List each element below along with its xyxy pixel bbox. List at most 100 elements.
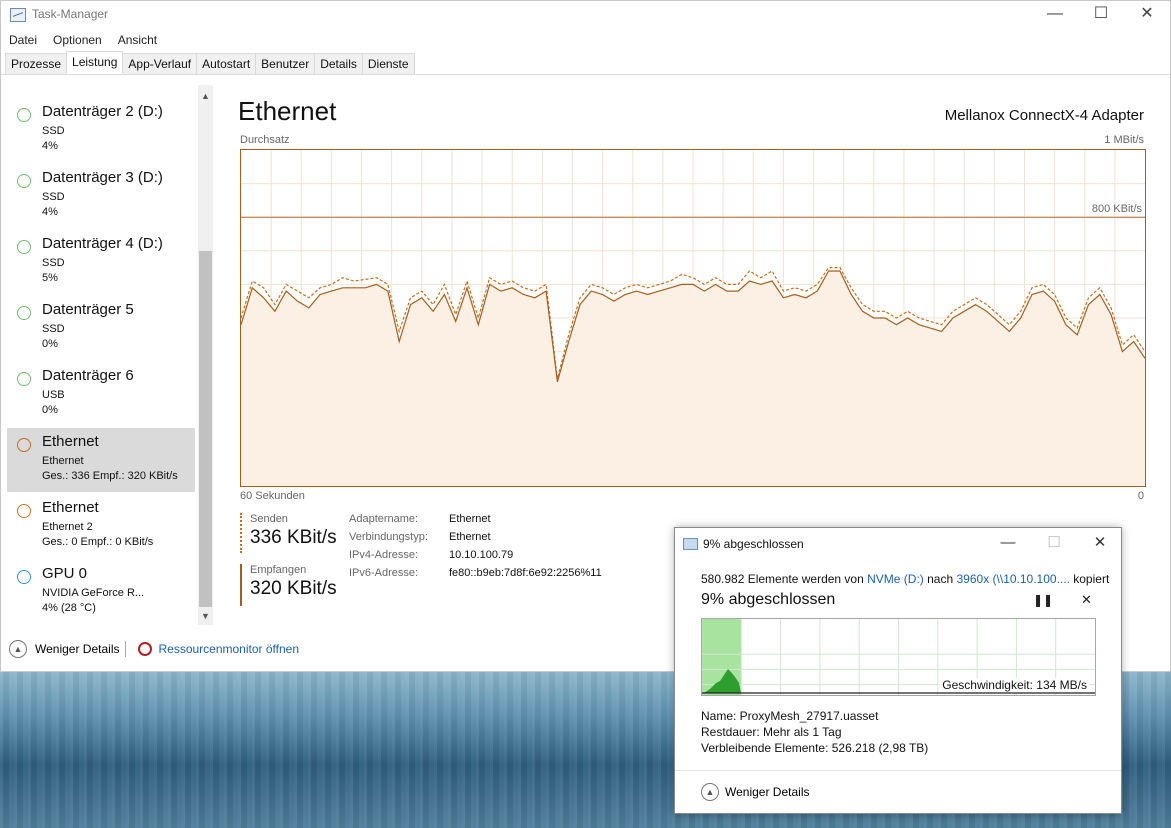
sidebar-item-sub: SSD xyxy=(42,323,65,335)
tab-leistung[interactable]: Leistung xyxy=(66,51,124,74)
destination-link[interactable]: 3960x (\\10.10.100.... xyxy=(957,572,1070,586)
tab-dienste[interactable]: Dienste xyxy=(361,53,415,75)
received-area xyxy=(241,271,1145,486)
sidebar-item-value: 4% xyxy=(42,140,58,152)
sidebar-item-title: Datenträger 4 (D:) xyxy=(42,235,163,252)
send-stat: Senden 336 KBit/s xyxy=(240,513,337,553)
tab-divider xyxy=(1,74,1170,75)
sidebar-item-gpu-0[interactable]: GPU 0 NVIDIA GeForce R... 4% (28 °C) xyxy=(7,560,195,624)
maximize-button[interactable]: ☐ xyxy=(1078,1,1124,29)
sidebar-item-disk-2[interactable]: Datenträger 2 (D:) SSD 4% xyxy=(7,98,195,162)
less-details-link[interactable]: Weniger Details xyxy=(35,642,119,656)
adapter-properties: Adaptername: Ethernet Verbindungstyp: Ethe… xyxy=(349,513,602,585)
dialog-minimize-button[interactable]: — xyxy=(985,528,1031,558)
sidebar-item-value: 4% (28 °C) xyxy=(42,602,96,614)
dialog-close-button[interactable]: ✕ xyxy=(1077,528,1123,558)
tab-autostart[interactable]: Autostart xyxy=(196,53,257,75)
status-circle-icon xyxy=(17,570,31,584)
sidebar-item-sub: SSD xyxy=(42,125,65,137)
status-circle-icon xyxy=(17,174,31,188)
file-name: Name: ProxyMesh_27917.uasset xyxy=(701,709,879,723)
minimize-button[interactable]: — xyxy=(1032,1,1078,29)
sidebar-scrollbar[interactable]: ▲ ▼ xyxy=(198,85,213,625)
resource-monitor-link[interactable]: Ressourcenmonitor öffnen xyxy=(158,642,299,656)
sidebar-item-value: 0% xyxy=(42,338,58,350)
tab-bar: Prozesse Leistung App-Verlauf Autostart … xyxy=(5,51,415,75)
property-value: fe80::b9eb:7d8f:6e92:2256%11 xyxy=(449,567,602,579)
sidebar-item-title: Datenträger 2 (D:) xyxy=(42,103,163,120)
cancel-button[interactable]: ✕ xyxy=(1081,592,1092,608)
window-title: Task-Manager xyxy=(32,7,109,21)
property-value: 10.10.100.79 xyxy=(449,549,514,561)
status-circle-icon xyxy=(17,240,31,254)
time-label: 60 Sekunden xyxy=(240,490,305,502)
copy-info: Name: ProxyMesh_27917.uasset Restdauer: … xyxy=(701,709,928,757)
scrollbar-thumb[interactable] xyxy=(199,251,212,607)
reference-line-label: 800 KBit/s xyxy=(1092,203,1143,215)
property-row: Verbindungstyp: Ethernet xyxy=(349,531,602,549)
dialog-maximize-button: ☐ xyxy=(1047,534,1061,551)
sidebar-item-value: 0% xyxy=(42,404,58,416)
graph-max-label: 1 MBit/s xyxy=(1104,134,1144,146)
sidebar-item-disk-6[interactable]: Datenträger 6 USB 0% xyxy=(7,362,195,426)
close-button[interactable]: ✕ xyxy=(1124,1,1170,29)
less-details-link[interactable]: Weniger Details xyxy=(725,785,809,799)
property-row: Adaptername: Ethernet xyxy=(349,513,602,531)
sidebar-item-title: Datenträger 5 xyxy=(42,301,134,318)
status-circle-icon xyxy=(17,306,31,320)
sidebar-item-sub: NVIDIA GeForce R... xyxy=(42,587,145,599)
status-circle-icon xyxy=(17,438,31,452)
dialog-less-details[interactable]: ▲ Weniger Details xyxy=(701,783,809,801)
tab-prozesse[interactable]: Prozesse xyxy=(5,53,68,75)
divider xyxy=(125,641,127,657)
menu-optionen[interactable]: Optionen xyxy=(45,31,110,49)
resource-monitor-icon xyxy=(138,642,153,656)
sidebar-item-title: Ethernet xyxy=(42,499,99,516)
percent-complete: 9% abgeschlossen xyxy=(701,591,836,608)
sidebar-item-ethernet[interactable]: Ethernet Ethernet Ges.: 336 Empf.: 320 K… xyxy=(7,428,195,492)
sidebar-item-sub: USB xyxy=(42,389,65,401)
copy-progress-dialog: 9% abgeschlossen — ☐ ✕ 580.982 Elemente … xyxy=(674,527,1122,814)
sidebar-item-disk-3[interactable]: Datenträger 3 (D:) SSD 4% xyxy=(7,164,195,228)
items-remaining: Verbleibende Elemente: 526.218 (2,98 TB) xyxy=(701,741,929,755)
sidebar-item-disk-4[interactable]: Datenträger 4 (D:) SSD 5% xyxy=(7,230,195,294)
chevron-up-icon[interactable]: ▲ xyxy=(9,640,27,658)
menu-datei[interactable]: Datei xyxy=(1,31,45,49)
sidebar-item-value: Ges.: 0 Empf.: 0 KBit/s xyxy=(42,536,154,548)
throughput-chart: 800 KBit/s xyxy=(241,150,1145,486)
sidebar-item-disk-5[interactable]: Datenträger 5 SSD 0% xyxy=(7,296,195,360)
task-manager-icon xyxy=(10,8,26,22)
divider xyxy=(675,770,1121,771)
property-key: IPv4-Adresse: xyxy=(349,549,419,561)
send-value: 336 KBit/s xyxy=(250,527,337,548)
status-circle-icon xyxy=(17,108,31,122)
bottom-bar: ▲ Weniger Details Ressourcenmonitor öffn… xyxy=(9,639,299,659)
page-title: Ethernet xyxy=(238,96,337,126)
property-row: IPv6-Adresse: fe80::b9eb:7d8f:6e92:2256%1… xyxy=(349,567,602,585)
sidebar-item-sub: SSD xyxy=(42,191,65,203)
sidebar-item-title: GPU 0 xyxy=(42,565,88,582)
source-link[interactable]: NVMe (D:) xyxy=(867,572,924,586)
adapter-name: Mellanox ConnectX-4 Adapter xyxy=(944,107,1144,124)
property-row: IPv4-Adresse: 10.10.100.79 xyxy=(349,549,602,567)
speed-label: Geschwindigkeit: 134 MB/s xyxy=(940,678,1089,692)
tab-details[interactable]: Details xyxy=(314,53,363,75)
property-value: Ethernet xyxy=(449,513,491,525)
sidebar-item-ethernet-2[interactable]: Ethernet Ethernet 2 Ges.: 0 Empf.: 0 KBi… xyxy=(7,494,195,558)
receive-value: 320 KBit/s xyxy=(250,578,337,599)
scroll-down-arrow-icon[interactable]: ▼ xyxy=(198,609,213,623)
tab-benutzer[interactable]: Benutzer xyxy=(255,53,316,75)
copy-icon xyxy=(683,538,698,550)
status-circle-icon xyxy=(17,504,31,518)
pause-button[interactable]: ❚❚ xyxy=(1033,593,1053,607)
time-remaining: Restdauer: Mehr als 1 Tag xyxy=(701,725,842,739)
sidebar-item-sub: Ethernet xyxy=(42,455,84,467)
tab-app-verlauf[interactable]: App-Verlauf xyxy=(122,53,198,75)
sidebar-item-value: 5% xyxy=(42,272,58,284)
scroll-up-arrow-icon[interactable]: ▲ xyxy=(198,89,213,103)
dialog-title: 9% abgeschlossen xyxy=(703,537,804,551)
chevron-up-icon[interactable]: ▲ xyxy=(701,783,719,801)
sidebar-item-value: 4% xyxy=(42,206,58,218)
menu-ansicht[interactable]: Ansicht xyxy=(110,31,165,49)
property-key: IPv6-Adresse: xyxy=(349,567,419,579)
